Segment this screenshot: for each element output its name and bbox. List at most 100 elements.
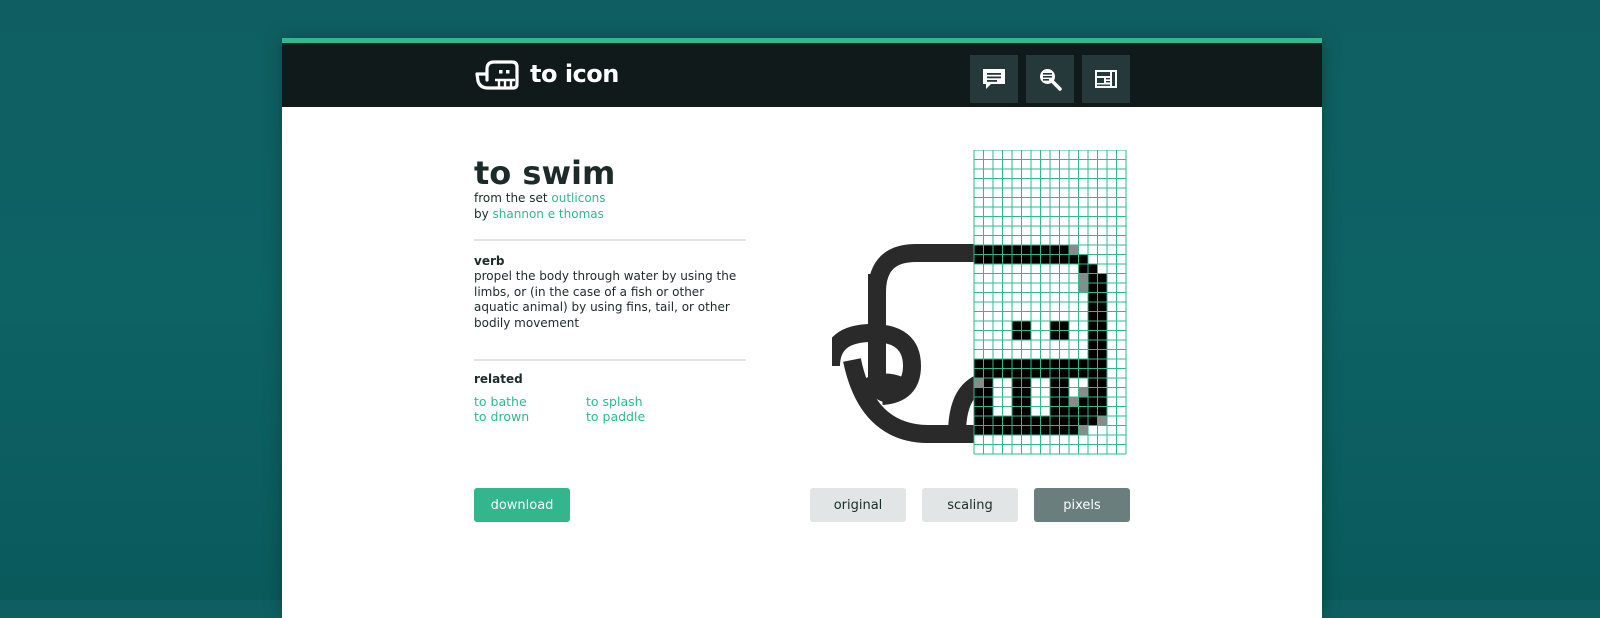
- pixel-cell: [983, 245, 993, 255]
- icon-preview: [832, 150, 1127, 455]
- pixel-cell: [1088, 264, 1098, 274]
- author-link[interactable]: shannon e thomas: [493, 207, 604, 221]
- pixel-cell: [1050, 368, 1060, 378]
- pixel-cell: [1040, 416, 1050, 426]
- pixel-cell: [1059, 368, 1069, 378]
- pixel-cell: [1059, 330, 1069, 340]
- pixel-cell: [974, 387, 984, 397]
- pixel-cell: [1088, 283, 1098, 293]
- view-original-button[interactable]: original: [810, 488, 906, 522]
- related-link-to-drown[interactable]: to drown: [474, 409, 529, 424]
- search-button[interactable]: [1026, 55, 1074, 103]
- pixel-cell: [983, 406, 993, 416]
- pixel-cell: [1088, 330, 1098, 340]
- pixel-cell: [1088, 378, 1098, 388]
- pixel-cell: [1088, 292, 1098, 302]
- pixel-cell: [1012, 368, 1022, 378]
- pixel-cell: [1059, 254, 1069, 264]
- logo[interactable]: to icon: [474, 57, 619, 91]
- author-prefix: by: [474, 207, 493, 221]
- pixel-cell: [1012, 416, 1022, 426]
- pixel-cell: [1069, 416, 1079, 426]
- pixel-cell: [974, 368, 984, 378]
- related-link-to-bathe[interactable]: to bathe: [474, 394, 527, 409]
- related-link-to-paddle[interactable]: to paddle: [586, 409, 645, 424]
- pixel-cell: [974, 359, 984, 369]
- app-window: to icon to swim from the set outlicons b…: [282, 38, 1322, 618]
- pixel-cell: [1031, 254, 1041, 264]
- pixel-cell: [1002, 359, 1012, 369]
- pixel-cell: [1050, 387, 1060, 397]
- pixel-cell: [974, 397, 984, 407]
- pixel-cell: [1021, 245, 1031, 255]
- pixel-cell: [1002, 245, 1012, 255]
- pixel-cell: [1002, 416, 1012, 426]
- author-info: by shannon e thomas: [474, 207, 604, 221]
- pixel-cell: [1050, 397, 1060, 407]
- pixel-cell: [983, 425, 993, 435]
- pixel-cell: [1078, 264, 1088, 274]
- pixel-cell: [1021, 416, 1031, 426]
- pixel-cell: [1021, 321, 1031, 331]
- pixel-cell: [1078, 416, 1088, 426]
- pixel-cell: [1097, 340, 1107, 350]
- pixel-cell: [1088, 359, 1098, 369]
- download-button[interactable]: download: [474, 488, 570, 522]
- pixel-cell: [1012, 425, 1022, 435]
- pixel-cell: [1040, 254, 1050, 264]
- related-heading: related: [474, 372, 523, 386]
- comments-button[interactable]: [970, 55, 1018, 103]
- pixel-cell: [1097, 292, 1107, 302]
- divider: [474, 239, 746, 241]
- site-header: to icon: [282, 43, 1322, 107]
- pixel-cell: [1040, 368, 1050, 378]
- pixel-cell: [1088, 340, 1098, 350]
- pixel-cell: [1012, 330, 1022, 340]
- pixel-cell: [1059, 321, 1069, 331]
- pixel-cell: [974, 416, 984, 426]
- pixel-cell: [1021, 406, 1031, 416]
- pixel-cell: [1078, 406, 1088, 416]
- pixel-cell: [1097, 387, 1107, 397]
- view-pixels-button[interactable]: pixels: [1034, 488, 1130, 522]
- pixel-cell: [1012, 245, 1022, 255]
- whale-logo-icon: [475, 60, 519, 90]
- definition: propel the body through water by using t…: [474, 269, 737, 330]
- pixel-cell: [1059, 406, 1069, 416]
- pixel-cell: [1069, 425, 1079, 435]
- pixel-cell: [1069, 245, 1079, 255]
- pixel-cell: [983, 397, 993, 407]
- pixel-cell: [1012, 397, 1022, 407]
- news-button[interactable]: [1082, 55, 1130, 103]
- pixel-cell: [1069, 359, 1079, 369]
- view-scaling-button[interactable]: scaling: [922, 488, 1018, 522]
- pixel-cell: [1021, 387, 1031, 397]
- pixel-cell: [1078, 368, 1088, 378]
- pixel-cell: [1050, 359, 1060, 369]
- pixel-cell: [1059, 425, 1069, 435]
- pixel-cell: [1097, 311, 1107, 321]
- pixel-cell: [1088, 368, 1098, 378]
- pixel-cell: [1088, 397, 1098, 407]
- pixel-cell: [1097, 349, 1107, 359]
- pixel-cell: [983, 416, 993, 426]
- pixel-cell: [974, 406, 984, 416]
- pixel-cell: [1088, 387, 1098, 397]
- pixel-cell: [974, 425, 984, 435]
- divider: [474, 359, 746, 361]
- pixel-cell: [1059, 397, 1069, 407]
- pixel-cell: [1097, 273, 1107, 283]
- pixel-cell: [1040, 425, 1050, 435]
- pixel-cell: [1021, 368, 1031, 378]
- comment-icon: [983, 69, 1005, 89]
- pixel-cell: [1078, 254, 1088, 264]
- pixel-cell: [1069, 397, 1079, 407]
- set-link[interactable]: outlicons: [551, 191, 605, 205]
- pixel-cell: [1050, 321, 1060, 331]
- pixel-cell: [983, 378, 993, 388]
- pixel-cell: [1012, 359, 1022, 369]
- pixel-cell: [1012, 378, 1022, 388]
- related-link-to-splash[interactable]: to splash: [586, 394, 643, 409]
- pixel-cell: [993, 368, 1003, 378]
- pixel-cell: [1097, 406, 1107, 416]
